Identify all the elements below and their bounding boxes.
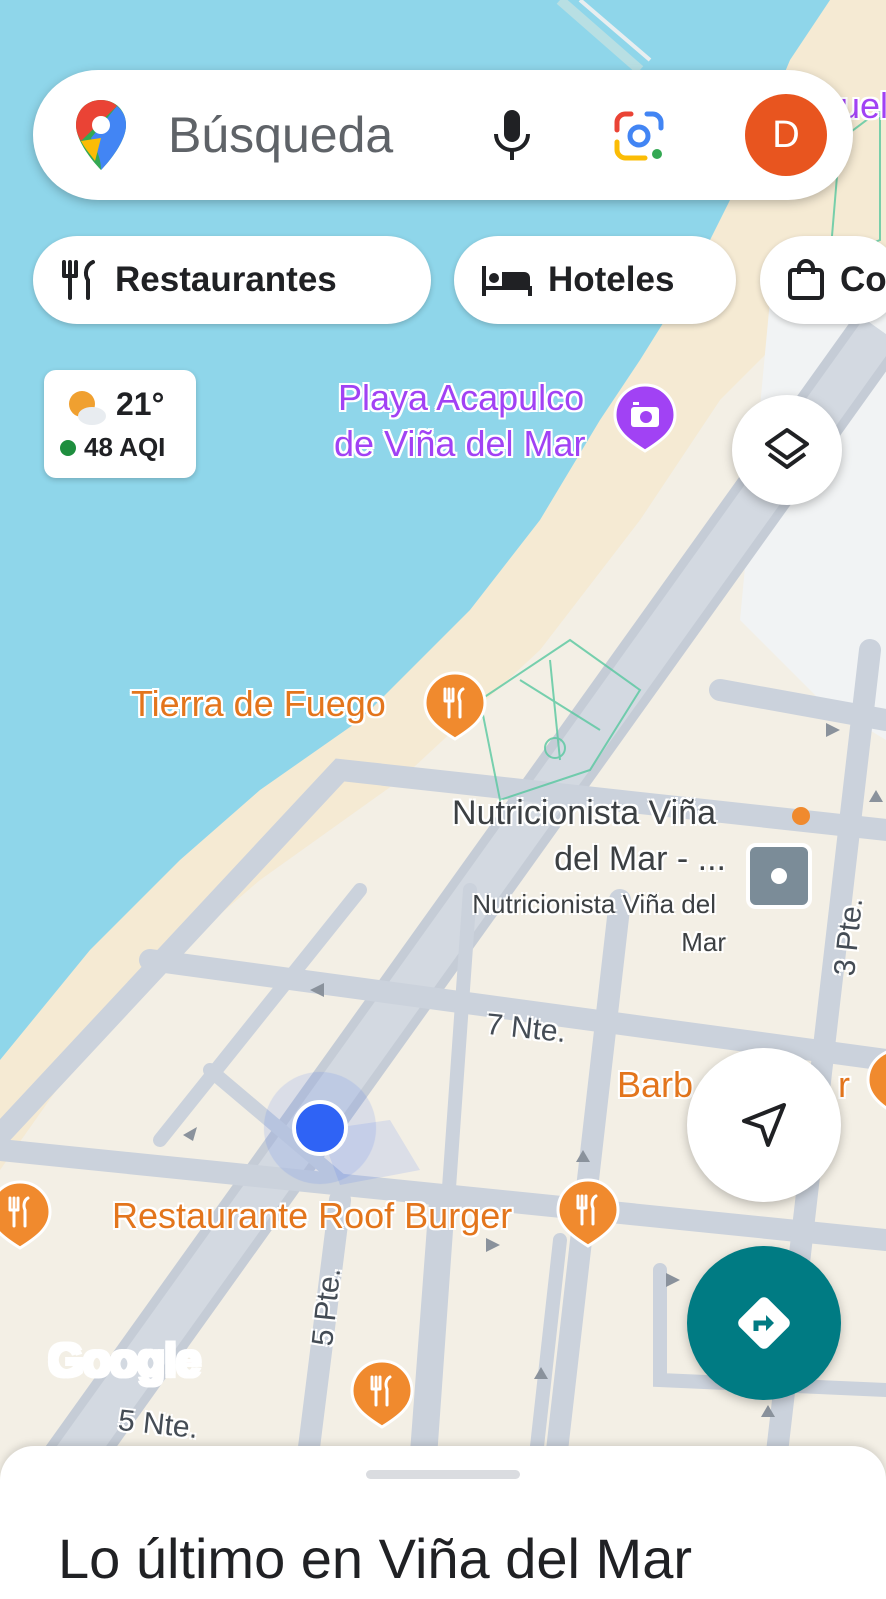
poi-nutricionista-sub1: Nutricionista Viña del [472,889,716,919]
layers-button[interactable] [732,395,842,505]
poi-barb-right[interactable]: r [838,1064,850,1106]
poi-nutricionista-sub2: Mar [681,927,726,957]
google-maps-pin-icon [73,98,129,172]
chip-label: Hoteles [548,260,675,299]
partly-cloudy-icon [64,388,108,426]
google-lens-icon[interactable] [611,108,667,164]
weather-widget[interactable]: 21° 48 AQI [44,370,196,478]
my-location-button[interactable] [687,1048,841,1202]
poi-nutricionista-line1[interactable]: Nutricionista Viña [452,790,716,836]
camera-pin-icon[interactable] [613,383,677,453]
restaurant-pin-icon[interactable] [556,1178,620,1248]
restaurant-pin-icon[interactable] [423,671,487,741]
square-pin-icon[interactable] [746,843,812,909]
account-avatar[interactable]: D [745,94,827,176]
poi-playa-acapulco-line1[interactable]: Playa Acapulco [338,376,584,420]
chip-restaurantes[interactable]: Restaurantes [33,236,431,324]
poi-tierra-de-fuego[interactable]: Tierra de Fuego [131,683,386,725]
directions-icon [738,1297,790,1349]
poi-barb-left[interactable]: Barb [617,1064,693,1106]
sheet-title: Lo último en Viña del Mar [58,1527,692,1590]
poi-roof-burger[interactable]: Restaurante Roof Burger [112,1195,512,1237]
search-input[interactable]: Búsqueda [168,106,393,164]
restaurant-pin-icon[interactable] [866,1048,886,1118]
poi-nutricionista-line2[interactable]: del Mar - ... [554,836,726,882]
google-logo: Google [48,1333,201,1387]
bed-icon [482,266,532,296]
directions-button[interactable] [687,1246,841,1400]
chip-label: Restaurantes [115,260,337,299]
chip-label: Co [840,260,886,299]
temperature: 21° [116,386,165,422]
search-bar[interactable]: Búsqueda D [33,70,853,200]
aqi-value: 48 AQI [84,432,166,462]
chip-compras[interactable]: Co [760,236,886,324]
restaurant-pin-icon[interactable] [350,1359,414,1429]
shopping-bag-icon [788,259,824,300]
bottom-sheet[interactable]: Lo último en Viña del Mar [0,1446,886,1599]
microphone-icon[interactable] [487,106,537,166]
sheet-drag-handle[interactable] [366,1470,520,1479]
current-location-dot [292,1100,348,1156]
restaurant-pin-icon[interactable] [0,1180,52,1250]
navigation-arrow-icon [742,1103,786,1147]
poi-playa-acapulco-line2[interactable]: de Viña del Mar [334,422,586,466]
poi-dot [792,807,810,825]
fork-knife-icon [62,260,95,300]
aqi-status-dot [60,440,76,456]
chip-hoteles[interactable]: Hoteles [454,236,736,324]
google-logo-text: Google [48,1334,201,1386]
layers-icon [765,428,809,469]
